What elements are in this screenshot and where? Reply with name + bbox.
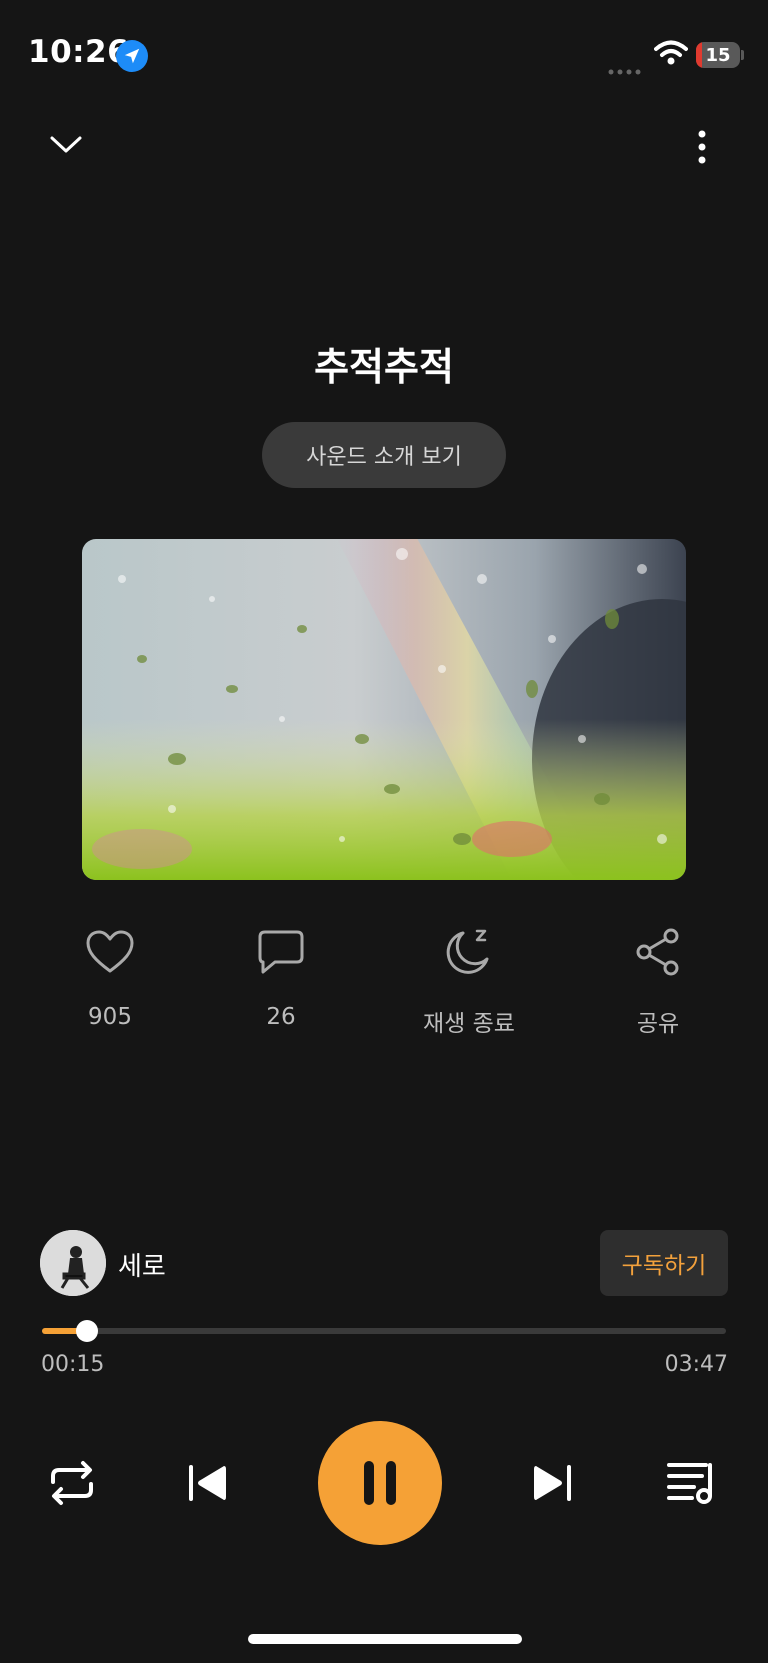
track-title: 추적추적 — [314, 345, 454, 389]
total-time: 03:47 — [664, 1352, 728, 1377]
wifi-icon — [654, 40, 688, 70]
share-button[interactable]: 공유 — [588, 922, 728, 1038]
share-icon — [636, 928, 679, 976]
battery-level: 15 — [705, 44, 731, 66]
more-options-button[interactable] — [690, 128, 714, 168]
repeat-icon — [51, 1461, 93, 1505]
playlist-button[interactable] — [664, 1452, 720, 1514]
comment-icon — [258, 930, 304, 974]
battery-indicator: 15 — [696, 42, 740, 68]
sleep-timer-icon — [446, 929, 489, 974]
location-arrow-icon — [116, 40, 148, 72]
skip-previous-icon — [189, 1465, 226, 1501]
artist-name[interactable]: 세로 — [118, 1246, 166, 1283]
pause-icon — [364, 1461, 396, 1505]
like-button[interactable]: 905 — [40, 922, 180, 1030]
progress-track[interactable] — [42, 1328, 726, 1334]
subscribe-button[interactable]: 구독하기 — [600, 1230, 728, 1296]
artist-avatar[interactable] — [40, 1230, 106, 1296]
status-time: 10:26 — [28, 34, 130, 70]
repeat-button[interactable] — [44, 1452, 100, 1514]
sleep-timer-label: 재생 종료 — [423, 1011, 515, 1037]
next-button[interactable] — [530, 1452, 576, 1514]
progress-knob[interactable] — [76, 1320, 98, 1342]
share-label: 공유 — [636, 1011, 680, 1037]
collapse-button[interactable] — [46, 130, 86, 160]
comment-button[interactable]: 26 — [211, 922, 351, 1030]
like-count: 905 — [88, 1004, 132, 1030]
skip-next-icon — [534, 1465, 571, 1501]
pause-button[interactable] — [318, 1421, 442, 1545]
more-vertical-icon — [698, 130, 706, 164]
battery-tip — [741, 50, 744, 60]
comment-count: 26 — [266, 1004, 296, 1030]
chevron-down-icon — [50, 136, 82, 153]
previous-button[interactable] — [184, 1452, 230, 1514]
home-indicator — [248, 1634, 522, 1644]
current-time: 00:15 — [41, 1352, 105, 1377]
view-sound-intro-button[interactable]: 사운드 소개 보기 — [262, 422, 506, 488]
playlist-icon — [667, 1463, 712, 1504]
heart-icon — [86, 930, 134, 973]
sleep-timer-button[interactable]: 재생 종료 — [399, 922, 539, 1038]
cellular-signal-icon — [608, 60, 644, 79]
album-artwork — [82, 539, 686, 880]
